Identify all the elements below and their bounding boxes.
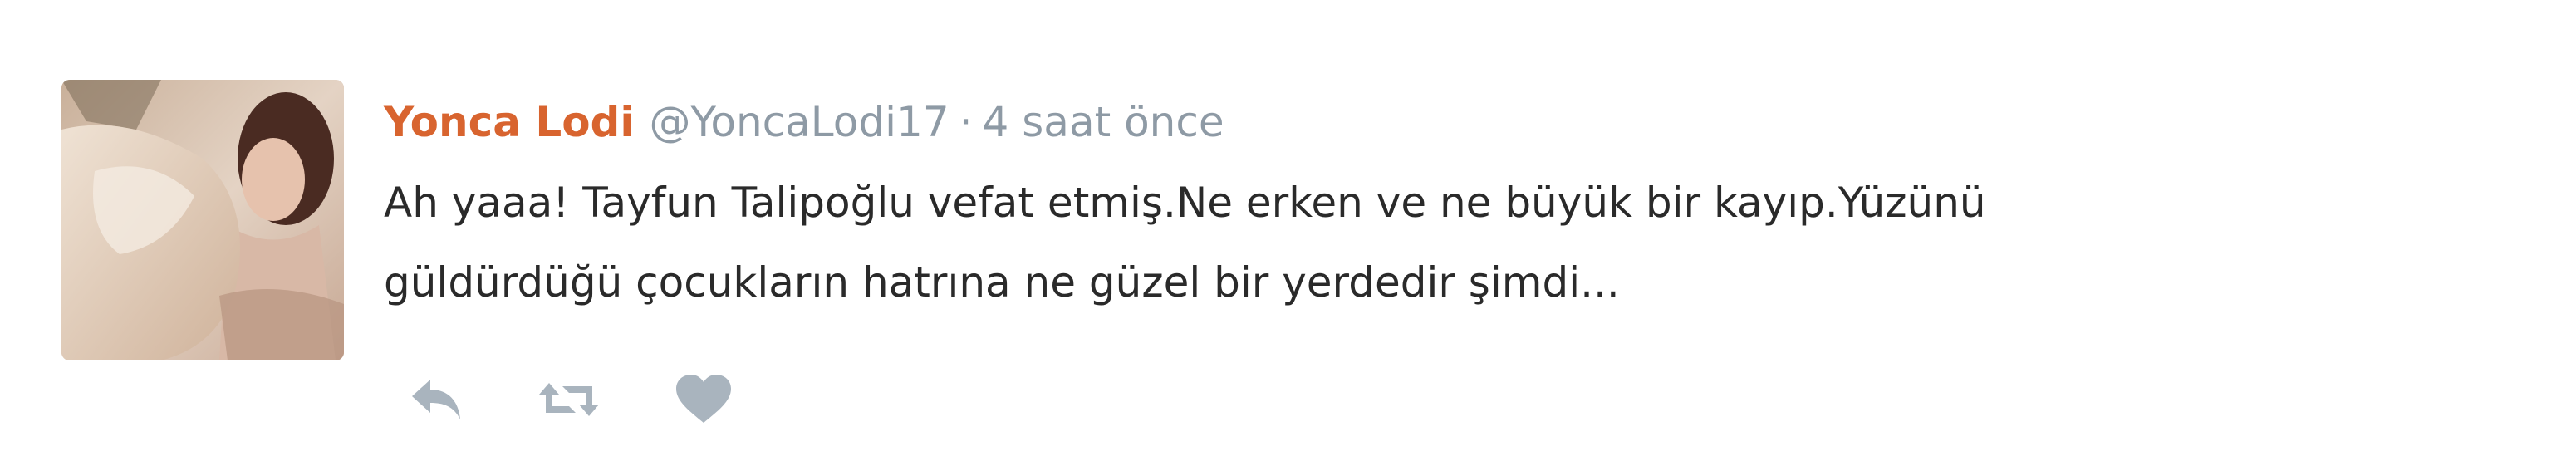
tweet-actions — [407, 370, 734, 429]
like-icon[interactable] — [673, 373, 734, 426]
reply-icon[interactable] — [407, 375, 465, 424]
author-handle[interactable]: @YoncaLodi17 — [650, 98, 949, 146]
avatar[interactable] — [61, 80, 344, 360]
tweet-card: Yonca Lodi @YoncaLodi17 · 4 saat önce Ah ya… — [0, 0, 2576, 461]
tweet-text-line: güldürdüğü çocukların hatrına ne güzel b… — [384, 258, 1620, 307]
avatar-image — [61, 80, 344, 360]
tweet-timestamp[interactable]: 4 saat önce — [983, 98, 1224, 146]
tweet-text: Ah yaaa! Tayfun Talipoğlu vefat etmiş.Ne… — [384, 163, 2544, 322]
retweet-icon[interactable] — [536, 375, 602, 424]
author-name[interactable]: Yonca Lodi — [384, 98, 635, 146]
meta-separator: · — [959, 98, 973, 146]
tweet-text-line: Ah yaaa! Tayfun Talipoğlu vefat etmiş.Ne… — [384, 179, 1986, 227]
tweet-header: Yonca Lodi @YoncaLodi17 · 4 saat önce — [384, 93, 1224, 151]
